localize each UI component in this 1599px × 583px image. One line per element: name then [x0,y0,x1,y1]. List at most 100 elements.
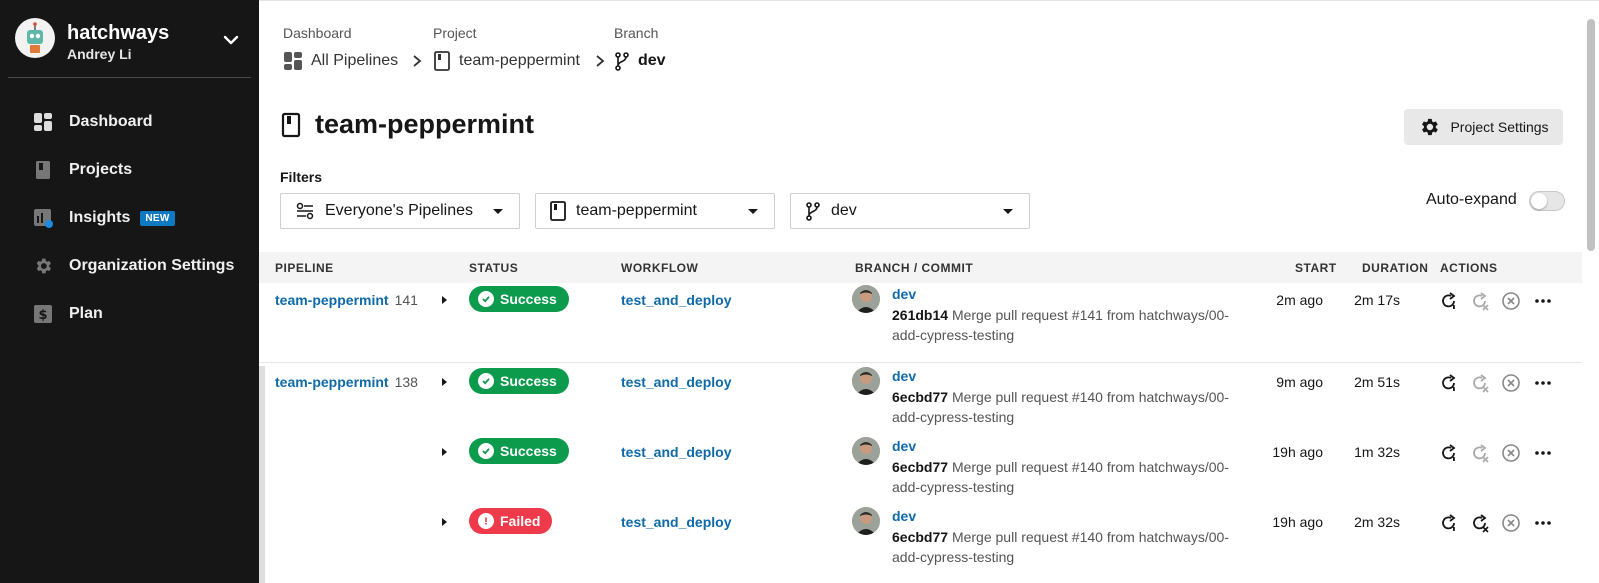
sidebar-item-label: Projects [69,161,133,178]
workflow-link[interactable]: test_and_deploy [621,374,731,390]
check-icon [478,291,494,307]
caret-down-icon [493,209,503,214]
branch-filter-value: dev [831,202,857,219]
rerun-icon[interactable] [1438,372,1460,394]
pipeline-number: 141 [394,292,418,308]
column-header-status: STATUS [469,261,519,275]
breadcrumb-label: Project [433,25,477,41]
projects-icon [32,159,54,181]
branch-link[interactable]: dev [892,286,916,302]
expand-caret-icon[interactable] [442,448,447,456]
new-badge: NEW [140,210,175,226]
expand-caret-icon[interactable] [442,518,447,526]
more-options-icon[interactable] [1532,442,1554,464]
expand-caret-icon[interactable] [442,378,447,386]
pipeline-name: team-peppermint [275,292,389,308]
breadcrumb-label: Branch [614,25,659,41]
project-settings-label: Project Settings [1450,119,1549,135]
gear-icon [1422,118,1439,136]
sidebar-item-label: Organization Settings [69,257,235,274]
sidebar-item-insights[interactable]: Insights NEW [0,194,259,242]
breadcrumb-project-link[interactable]: team-peppermint [433,51,580,71]
row-divider [259,362,1582,363]
workflow-link[interactable]: test_and_deploy [621,444,731,460]
rerun-failed-icon[interactable] [1469,372,1491,394]
scrollbar[interactable] [1587,19,1595,251]
branch-link[interactable]: dev [892,508,916,524]
workflow-link[interactable]: test_and_deploy [621,514,731,530]
rerun-failed-icon[interactable] [1469,512,1491,534]
org-switcher[interactable]: hatchways Andrey Li [8,3,251,78]
org-name: hatchways [67,22,170,44]
commit-info[interactable]: 6ecbd77 Merge pull request #140 from hat… [892,387,1232,427]
more-options-icon[interactable] [1532,512,1554,534]
rerun-icon[interactable] [1438,512,1460,534]
caret-down-icon [1003,209,1013,214]
more-options-icon[interactable] [1532,290,1554,312]
chevron-right-icon [413,55,422,67]
pipeline-number: 138 [394,374,418,390]
column-header-actions: ACTIONS [1440,261,1498,275]
project-filter-value: team-peppermint [576,202,697,219]
pipeline-link[interactable]: team-peppermint 141 [275,292,418,310]
commit-info[interactable]: 6ecbd77 Merge pull request #140 from hat… [892,527,1232,567]
rerun-failed-icon[interactable] [1469,442,1491,464]
column-header-duration: DURATION [1362,261,1429,275]
dashboard-icon [284,52,302,70]
project-icon [281,112,301,137]
start-time: 2m ago [1276,292,1323,308]
page-header: team-peppermint [281,109,534,140]
commit-info[interactable]: 6ecbd77 Merge pull request #140 from hat… [892,457,1232,497]
cancel-icon[interactable] [1500,372,1522,394]
pipeline-group-bar [259,366,265,583]
branch-icon [806,202,820,221]
dashboard-icon [32,111,54,133]
branch-link[interactable]: dev [892,368,916,384]
column-header-workflow: WORKFLOW [621,261,699,275]
branch-filter-dropdown[interactable]: dev [790,193,1030,229]
breadcrumb-dashboard: Dashboard All Pipelines [283,25,398,70]
breadcrumb-all-pipelines[interactable]: All Pipelines [283,51,398,71]
workflow-link[interactable]: test_and_deploy [621,292,731,308]
avatar [852,437,880,465]
commit-sha: 6ecbd77 [892,459,949,475]
branch-link[interactable]: dev [892,438,916,454]
autoexpand-label: Auto-expand [1426,191,1517,208]
column-header-start: START [1295,261,1337,275]
sidebar-item-dashboard[interactable]: Dashboard [0,98,259,146]
expand-caret-icon[interactable] [442,296,447,304]
sidebar-item-organization-settings[interactable]: Organization Settings [0,242,259,290]
breadcrumb-branch-link[interactable]: dev [614,51,666,71]
breadcrumb-project: Project team-peppermint [433,25,580,71]
breadcrumb-value: dev [638,52,666,69]
pipeline-link[interactable]: team-peppermint 138 [275,374,418,392]
cancel-icon[interactable] [1500,442,1522,464]
rerun-failed-icon[interactable] [1469,290,1491,312]
sidebar-item-projects[interactable]: Projects [0,146,259,194]
alert-icon [478,513,494,529]
cancel-icon[interactable] [1500,290,1522,312]
start-time: 19h ago [1272,514,1323,530]
branch-icon [615,52,629,71]
duration: 2m 51s [1354,374,1400,390]
status-badge: Success [469,438,569,464]
more-options-icon[interactable] [1532,372,1554,394]
rerun-icon[interactable] [1438,442,1460,464]
breadcrumb-branch: Branch dev [614,25,666,71]
autoexpand-toggle[interactable] [1529,191,1565,211]
cancel-icon[interactable] [1500,512,1522,534]
org-avatar [15,18,55,58]
pipelines-filter-dropdown[interactable]: Everyone's Pipelines [280,193,520,229]
breadcrumb-value: team-peppermint [459,52,580,69]
sidebar-item-plan[interactable]: $ Plan [0,290,259,338]
avatar [852,285,880,313]
chevron-down-icon[interactable] [222,31,240,49]
check-icon [478,443,494,459]
start-time: 19h ago [1272,444,1323,460]
column-header-branch-commit: BRANCH / COMMIT [855,261,974,275]
project-settings-button[interactable]: Project Settings [1404,109,1563,145]
commit-info[interactable]: 261db14 Merge pull request #141 from hat… [892,305,1232,345]
project-filter-dropdown[interactable]: team-peppermint [535,193,775,229]
duration: 2m 17s [1354,292,1400,308]
rerun-icon[interactable] [1438,290,1460,312]
